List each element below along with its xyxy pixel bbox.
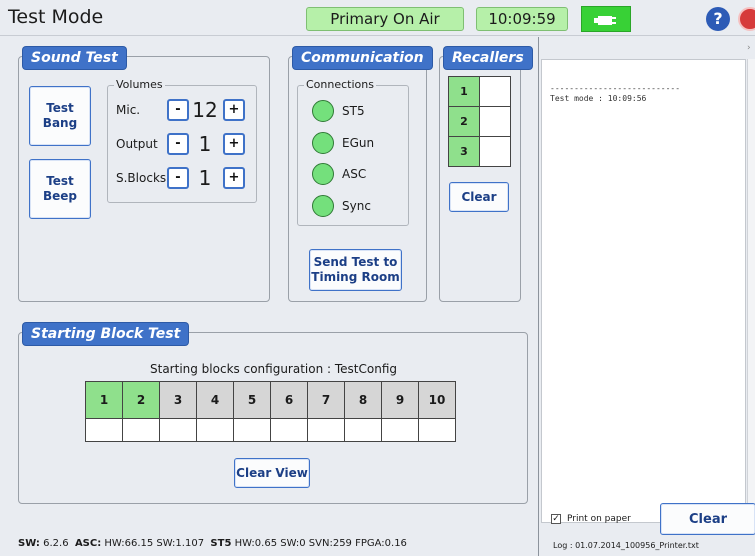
asc-label: ASC [342, 167, 367, 181]
communication-title: Communication [293, 47, 432, 69]
starting-block-number: 7 [307, 381, 345, 419]
egun-status-led [312, 132, 334, 154]
starting-block-status-cell [85, 418, 123, 442]
log-line: Test mode : 10:09:56 [550, 94, 647, 103]
sblocks-increase-button[interactable]: + [223, 167, 245, 189]
log-chevron-icon[interactable]: › [747, 43, 755, 53]
print-on-paper-label: Print on paper [567, 514, 631, 524]
output-decrease-button[interactable]: - [167, 133, 189, 155]
volume-label-output: Output [116, 137, 158, 151]
output-increase-button[interactable]: + [223, 133, 245, 155]
starting-block-number: 5 [233, 381, 271, 419]
starting-block-status-cell [196, 418, 234, 442]
recaller-cell [479, 76, 511, 107]
log-filename: Log : 01.07.2014_100956_Printer.txt [553, 541, 699, 550]
clock-display: 10:09:59 [476, 7, 568, 31]
st5-version: HW:0.65 SW:0 SVN:259 FPGA:0.16 [234, 538, 407, 549]
starting-block-status-cell [307, 418, 345, 442]
starting-block-number: 1 [85, 381, 123, 419]
sw-version: 6.2.6 [43, 538, 69, 549]
starting-block-test-title: Starting Block Test [23, 323, 189, 345]
asc-status-led [312, 163, 334, 185]
sync-label: Sync [342, 199, 371, 213]
starting-block-status-cell [233, 418, 271, 442]
starting-block-status-cell [270, 418, 308, 442]
on-air-indicator: Primary On Air [306, 7, 464, 31]
starting-block-status-cell [418, 418, 456, 442]
starting-block-number: 3 [159, 381, 197, 419]
asc-version: HW:66.15 SW:1.107 [104, 538, 205, 549]
output-volume-value: 1 [198, 132, 212, 156]
starting-block-number: 4 [196, 381, 234, 419]
mic-decrease-button[interactable]: - [167, 99, 189, 121]
test-beep-button[interactable]: Test Beep [29, 159, 91, 219]
starting-block-number: 2 [122, 381, 160, 419]
starting-block-number: 10 [418, 381, 456, 419]
send-test-to-timing-room-button[interactable]: Send Test to Timing Room [309, 249, 402, 291]
log-clear-button[interactable]: Clear [660, 503, 755, 535]
starting-block-status-cell [344, 418, 382, 442]
recaller-row: 1 [448, 76, 511, 107]
sblocks-volume-value: 1 [198, 166, 212, 190]
starting-block-number: 6 [270, 381, 308, 419]
top-bar: Test Mode Primary On Air 10:09:59 ? [0, 0, 755, 36]
test-bang-button[interactable]: Test Bang [29, 86, 91, 146]
mic-increase-button[interactable]: + [223, 99, 245, 121]
recaller-cell [479, 136, 511, 167]
volume-label-sblocks: S.Blocks [116, 171, 167, 185]
log-line: --------------------------- [550, 84, 681, 93]
recaller-number: 3 [448, 136, 480, 167]
log-panel: › --------------------------- Test mode … [538, 37, 755, 556]
egun-label: EGun [342, 136, 375, 150]
log-output[interactable]: --------------------------- Test mode : … [541, 59, 746, 523]
starting-block-number: 9 [381, 381, 419, 419]
st5-label: ST5 [342, 104, 365, 118]
help-icon[interactable]: ? [706, 7, 730, 31]
sblocks-decrease-button[interactable]: - [167, 167, 189, 189]
recallers-title: Recallers [444, 47, 532, 69]
clear-view-button[interactable]: Clear View [234, 458, 310, 488]
recaller-row: 2 [448, 106, 511, 137]
recallers-table: 1 2 3 [448, 76, 511, 167]
starting-block-number: 8 [344, 381, 382, 419]
asc-label: ASC: [74, 538, 102, 549]
plug-icon [581, 6, 631, 32]
log-scrollbar[interactable] [747, 59, 755, 523]
blocks-status-row [85, 418, 456, 442]
volume-label-mic: Mic. [116, 103, 141, 117]
recaller-cell [479, 106, 511, 137]
st5-status-led [312, 100, 334, 122]
recaller-row: 3 [448, 136, 511, 167]
volumes-title: Volumes [114, 78, 165, 91]
page-title: Test Mode [8, 6, 104, 28]
starting-blocks-config-text: Starting blocks configuration : TestConf… [150, 362, 397, 376]
status-bar: SW: 6.2.6 ASC: HW:66.15 SW:1.107 ST5 HW:… [0, 532, 537, 556]
recaller-number: 1 [448, 76, 480, 107]
starting-blocks-table: 1 2 3 4 5 6 7 8 9 10 [85, 381, 456, 442]
starting-block-status-cell [159, 418, 197, 442]
mic-volume-value: 12 [192, 98, 218, 122]
print-on-paper-checkbox[interactable]: ✓ [551, 514, 561, 524]
starting-block-status-cell [381, 418, 419, 442]
power-icon[interactable] [738, 7, 755, 31]
st5-label-status: ST5 [210, 538, 232, 549]
recallers-clear-button[interactable]: Clear [449, 182, 509, 212]
sound-test-title: Sound Test [23, 47, 126, 69]
blocks-number-row: 1 2 3 4 5 6 7 8 9 10 [85, 381, 456, 419]
starting-block-status-cell [122, 418, 160, 442]
sw-label: SW: [18, 538, 40, 549]
sync-status-led [312, 195, 334, 217]
connections-title: Connections [304, 78, 376, 91]
recaller-number: 2 [448, 106, 480, 137]
